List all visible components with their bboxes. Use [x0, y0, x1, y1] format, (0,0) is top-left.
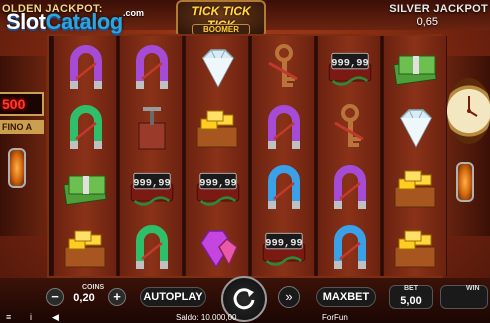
symbol-gold-bars [390, 162, 442, 214]
symbol-magnet-blue [258, 162, 310, 214]
symbol-gold-bars [390, 222, 442, 274]
symbol-timer-bomb: 999,99 [192, 162, 244, 214]
coins-label: COINS [82, 284, 105, 291]
spin-icon [233, 288, 255, 310]
svg-text:999,99: 999,99 [199, 177, 236, 189]
bet-label: BET [404, 285, 418, 292]
symbol-timer-bomb: 999,99 [258, 222, 310, 274]
watermark-com: .com [123, 8, 145, 18]
symbol-gem-purple [192, 222, 244, 274]
mode-text: ForFun [322, 313, 348, 322]
left-side-panel [0, 56, 46, 236]
bet-value: 5,00 [400, 295, 422, 307]
menu-icon[interactable]: ≡ [6, 312, 11, 322]
watermark-slot: Slot [6, 9, 46, 34]
symbol-diamond-white [192, 42, 244, 94]
symbol-cash-stack [390, 42, 442, 94]
svg-text:999,99: 999,99 [133, 177, 170, 189]
reel-area: 999,99 999,99 999,99 999,99 [47, 34, 447, 278]
watermark-catalog: Catalog [45, 9, 124, 34]
right-lamp-icon [456, 162, 474, 202]
reel-5: 999,99 [317, 36, 381, 276]
symbol-magnet-green [60, 102, 112, 154]
symbol-detonator [126, 102, 178, 154]
coins-decrease-button[interactable]: − [46, 288, 64, 306]
symbol-magnet-purple [258, 102, 310, 154]
coins-increase-button[interactable]: + [108, 288, 126, 306]
slotcatalog-watermark: SlotCatalog [6, 9, 123, 35]
fino-a-label: FINO A [0, 120, 44, 134]
autoplay-button[interactable]: AUTOPLAY [140, 287, 206, 307]
symbol-magnet-green [126, 222, 178, 274]
symbol-magnet-purple [324, 162, 376, 214]
symbol-timer-bomb: 999,99 [324, 42, 376, 94]
symbol-gold-bars [192, 102, 244, 154]
left-lamp-icon [8, 148, 26, 188]
win-label: WIN [466, 285, 480, 292]
symbol-magnet-blue [324, 222, 376, 274]
symbol-key-brown [258, 42, 310, 94]
symbol-magnet-purple [60, 42, 112, 94]
balance-text: Saldo: 10.000,00 [176, 313, 237, 322]
silver-jackpot-label: SILVER JACKPOT [389, 3, 488, 15]
left-jackpot-display: 500 [0, 92, 44, 116]
symbol-timer-bomb: 999,99 [126, 162, 178, 214]
reel-2: 999,99 [119, 36, 183, 276]
silver-jackpot-value: 0,65 [416, 16, 438, 28]
symbol-cash-stack [60, 162, 112, 214]
reel-6 [383, 36, 447, 276]
reel-1 [53, 36, 117, 276]
symbol-key-brown [324, 102, 376, 154]
symbol-magnet-purple [126, 42, 178, 94]
maxbet-button[interactable]: MAXBET [316, 287, 376, 307]
symbol-diamond-white [390, 102, 442, 154]
game-logo: TICK TICK TICK BOOMER [176, 0, 266, 38]
symbol-gold-bars [60, 222, 112, 274]
coins-value: 0,20 [73, 292, 95, 304]
win-box [440, 285, 488, 309]
svg-text:999,99: 999,99 [331, 57, 368, 69]
fast-forward-button[interactable]: » [278, 286, 300, 308]
reel-3: 999,99 [185, 36, 249, 276]
info-icon[interactable]: i [30, 312, 32, 322]
reel-4: 999,99 [251, 36, 315, 276]
clock-icon [447, 78, 490, 144]
svg-text:999,99: 999,99 [265, 237, 302, 249]
sound-icon[interactable]: ◀ [52, 312, 59, 323]
